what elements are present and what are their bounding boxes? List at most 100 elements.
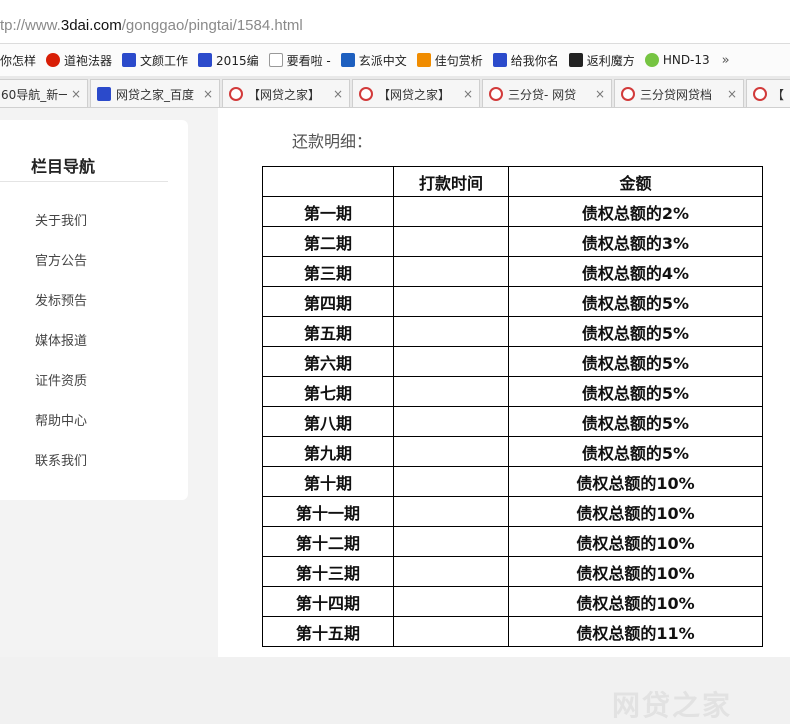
browser-tab[interactable]: 【网贷之家】 ×: [222, 79, 350, 107]
table-row: 第七期 债权总额的5%: [262, 376, 763, 407]
tab-close-icon[interactable]: ×: [203, 87, 213, 101]
payment-time-cell: [393, 556, 509, 587]
table-row: 第十二期 债权总额的10%: [262, 526, 763, 557]
tab-close-icon[interactable]: ×: [463, 87, 473, 101]
tab-close-icon[interactable]: ×: [727, 87, 737, 101]
payment-time-cell: [393, 526, 509, 557]
browser-tab[interactable]: 【网贷之家】 ×: [352, 79, 480, 107]
browser-tab[interactable]: 【: [746, 79, 790, 107]
table-row: 第五期 债权总额的5%: [262, 316, 763, 347]
table-row: 第十四期 债权总额的10%: [262, 586, 763, 617]
bookmarks-overflow-button[interactable]: »: [722, 53, 730, 68]
tab-strip: 60导航_新一 × 网贷之家_百度 × 【网贷之家】 × 【网贷之家】 × 三分贷- 网贷 × 三分…: [0, 76, 790, 108]
sidebar-title: 栏目导航: [31, 157, 96, 176]
period-cell: 第一期: [262, 196, 394, 227]
tab-close-icon[interactable]: ×: [595, 87, 605, 101]
period-cell: 第三期: [262, 256, 394, 287]
bookmark-label: HND-13: [662, 53, 710, 67]
sidebar-item[interactable]: 官方公告: [35, 250, 87, 269]
bookmark-item[interactable]: 佳句赏析: [416, 52, 483, 69]
payment-time-cell: [393, 406, 509, 437]
browser-tab[interactable]: 三分贷- 网贷 ×: [482, 79, 612, 107]
amount-cell: 债权总额的10%: [508, 526, 763, 557]
wdzj-logo-icon: [753, 87, 767, 101]
sidebar-item[interactable]: 联系我们: [35, 450, 87, 469]
header-amount: 金额: [508, 166, 763, 197]
browser-tab[interactable]: 三分贷网贷档 ×: [614, 79, 744, 107]
bookmark-item[interactable]: 道袍法器: [46, 52, 112, 69]
payment-time-cell: [393, 256, 509, 287]
sidebar-item[interactable]: 帮助中心: [35, 410, 87, 429]
period-cell: 第四期: [262, 286, 394, 317]
bookmark-item[interactable]: 文颜工作: [122, 52, 188, 69]
bookmark-item[interactable]: 2015编: [198, 52, 259, 69]
payment-time-cell: [393, 286, 509, 317]
bookmark-item[interactable]: 要看啦 -: [268, 52, 331, 69]
period-cell: 第十一期: [262, 496, 394, 527]
bookmark-label: 佳句赏析: [434, 53, 483, 68]
amount-cell: 债权总额的5%: [508, 316, 763, 347]
page-body: 栏目导航 关于我们 官方公告 发标预告 媒体报道 证件资质 帮助中心 联系我们 还款明细： …: [0, 108, 790, 722]
period-cell: 第九期: [262, 436, 394, 467]
payment-time-cell: [393, 466, 509, 497]
sidebar-item[interactable]: 发标预告: [35, 290, 87, 309]
period-cell: 第十五期: [262, 616, 394, 647]
repayment-table: 打款时间 金额 第一期 债权总额的2% 第二期 债权总额的3% 第三期 债权总额的4% 第四…: [262, 166, 763, 647]
tab-label: 【: [772, 87, 785, 102]
bookmarks-bar: 你怎样 道袍法器 文颜工作 2015编 要看啦 - 玄派中文 佳句赏析 给我你名 返利魔方 HND…: [0, 44, 790, 76]
green-dot-icon: [644, 53, 659, 67]
browser-tab[interactable]: 60导航_新一 ×: [0, 79, 88, 107]
tab-label: 60导航_新一: [1, 87, 67, 102]
sidebar: 栏目导航 关于我们官方公告发标预告媒体报道证件资质帮助中心联系我们: [0, 120, 188, 500]
sidebar-item[interactable]: 媒体报道: [35, 330, 87, 349]
amount-cell: 债权总额的2%: [508, 196, 763, 227]
amount-cell: 债权总额的10%: [508, 466, 763, 497]
sidebar-item[interactable]: 证件资质: [35, 370, 87, 389]
bookmark-item[interactable]: 给我你名: [492, 52, 559, 69]
table-row: 第九期 债权总额的5%: [262, 436, 763, 467]
browser-tab[interactable]: 网贷之家_百度 ×: [90, 79, 220, 107]
amount-cell: 债权总额的10%: [508, 556, 763, 587]
bookmark-item[interactable]: HND-13: [644, 53, 710, 67]
bookmark-item[interactable]: 返利魔方: [568, 52, 635, 69]
amount-cell: 债权总额的4%: [508, 256, 763, 287]
paw-icon: [198, 53, 213, 67]
wdzj-logo-icon: [489, 87, 503, 101]
tab-close-icon[interactable]: ×: [71, 87, 81, 101]
bookmark-label: 要看啦 -: [286, 53, 331, 68]
bookmark-label: 返利魔方: [586, 53, 635, 68]
payment-time-cell: [393, 196, 509, 227]
url-text[interactable]: tp://www.3dai.com/gonggao/pingtai/1584.h…: [0, 17, 303, 34]
header-payment-time: 打款时间: [393, 166, 509, 197]
period-cell: 第十二期: [262, 526, 394, 557]
amount-cell: 债权总额的5%: [508, 406, 763, 437]
tab-close-icon[interactable]: ×: [333, 87, 343, 101]
payment-time-cell: [393, 616, 509, 647]
table-row: 第三期 债权总额的4%: [262, 256, 763, 287]
table-row: 第六期 债权总额的5%: [262, 346, 763, 377]
bookmark-label: 给我你名: [510, 53, 559, 68]
payment-time-cell: [393, 316, 509, 347]
table-row: 第二期 债权总额的3%: [262, 226, 763, 257]
table-row: 第八期 债权总额的5%: [262, 406, 763, 437]
ju-logo-icon: [416, 53, 431, 67]
table-row: 第十三期 债权总额的10%: [262, 556, 763, 587]
table-row: 第十期 债权总额的10%: [262, 466, 763, 497]
wdzj-logo-icon: [621, 87, 635, 101]
c-logo-icon: [340, 53, 355, 67]
bookmark-label: 你怎样: [0, 53, 37, 68]
bookmark-item[interactable]: 你怎样: [0, 52, 36, 69]
wdzj-logo-icon: [359, 87, 373, 101]
tab-label: 网贷之家_百度: [116, 87, 195, 102]
payment-time-cell: [393, 436, 509, 467]
address-bar[interactable]: tp://www.3dai.com/gonggao/pingtai/1584.h…: [0, 0, 790, 44]
page-icon: [268, 53, 283, 67]
sidebar-item[interactable]: 关于我们: [35, 210, 87, 229]
table-header-row: 打款时间 金额: [262, 166, 763, 197]
circle-logo-icon: [46, 53, 61, 67]
watermark: 网贷之家: [612, 689, 733, 722]
header-period: [262, 166, 394, 197]
bookmark-item[interactable]: 玄派中文: [340, 52, 407, 69]
paw-icon: [122, 53, 137, 67]
tab-label: 三分贷- 网贷: [508, 87, 577, 102]
